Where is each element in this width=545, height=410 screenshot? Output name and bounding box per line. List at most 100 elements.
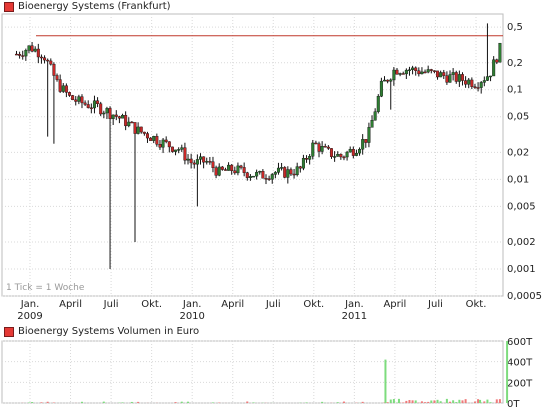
candle-body bbox=[24, 50, 28, 57]
price-y-tick-label: 0,005 bbox=[507, 201, 536, 212]
candle-body bbox=[326, 146, 330, 149]
candle-body bbox=[89, 107, 93, 109]
candle-body bbox=[177, 149, 181, 151]
candle-body bbox=[442, 72, 446, 76]
candle-body bbox=[454, 72, 458, 82]
volume-bar bbox=[408, 400, 411, 403]
candle-body bbox=[58, 79, 62, 92]
candle-body bbox=[142, 131, 146, 134]
volume-legend-swatch bbox=[4, 326, 14, 337]
volume-bar bbox=[27, 402, 30, 403]
candle-body bbox=[111, 114, 115, 119]
candle-body bbox=[255, 171, 259, 177]
volume-bar bbox=[246, 401, 249, 403]
price-y-tick-label: 0,002 bbox=[507, 237, 536, 248]
candle-body bbox=[498, 42, 502, 63]
candle-body bbox=[320, 146, 324, 152]
candle-body bbox=[55, 75, 59, 80]
price-y-tick-label: 0,05 bbox=[507, 112, 529, 123]
candle-body bbox=[423, 71, 427, 74]
candle-body bbox=[117, 116, 121, 119]
candle-body bbox=[267, 178, 271, 180]
candle-body bbox=[336, 154, 340, 157]
candle-body bbox=[36, 48, 40, 58]
candle-body bbox=[411, 67, 415, 70]
candle-body bbox=[124, 115, 128, 127]
volume-y-tick-label: 200T bbox=[507, 378, 533, 389]
candle-body bbox=[211, 161, 215, 168]
candle-body bbox=[286, 169, 290, 178]
volume-bar bbox=[252, 402, 255, 403]
price-x-tick-label: Okt. bbox=[466, 299, 487, 310]
candle-body bbox=[27, 45, 31, 51]
price-y-tick-label: 0,0005 bbox=[507, 291, 542, 302]
volume-bar bbox=[498, 399, 501, 403]
candle-body bbox=[170, 146, 174, 152]
candle-body bbox=[180, 147, 184, 150]
candle-body bbox=[46, 59, 50, 62]
candle-body bbox=[436, 70, 440, 78]
volume-bar bbox=[386, 402, 389, 403]
candle-body bbox=[208, 161, 212, 163]
candle-body bbox=[174, 149, 178, 152]
candle-body bbox=[152, 136, 156, 141]
candle-body bbox=[367, 127, 371, 143]
candle-body bbox=[280, 167, 284, 169]
candle-body bbox=[83, 102, 87, 105]
candle-body bbox=[348, 149, 352, 153]
candle-body bbox=[354, 152, 358, 156]
candle-body bbox=[149, 137, 153, 141]
candle-body bbox=[351, 149, 355, 156]
candle-body bbox=[379, 80, 383, 97]
candle-body bbox=[167, 141, 171, 148]
candle-body bbox=[414, 67, 418, 71]
candle-body bbox=[139, 126, 143, 133]
volume-bar bbox=[130, 401, 133, 403]
candle-body bbox=[71, 95, 75, 101]
candle-body bbox=[376, 96, 380, 112]
candle-body bbox=[305, 158, 309, 160]
volume-bar bbox=[361, 401, 364, 403]
volume-bar bbox=[486, 399, 489, 403]
volume-bar bbox=[80, 401, 83, 403]
volume-bar bbox=[439, 401, 442, 403]
candle-body bbox=[264, 178, 268, 180]
candle-body bbox=[214, 167, 218, 176]
candle-body bbox=[429, 69, 433, 71]
candle-body bbox=[432, 70, 436, 72]
candle-body bbox=[18, 53, 22, 56]
candle-body bbox=[183, 147, 187, 161]
candle-body bbox=[230, 164, 234, 171]
candle-body bbox=[145, 133, 149, 139]
candle-body bbox=[361, 139, 365, 150]
candle-body bbox=[198, 156, 202, 160]
candle-body bbox=[14, 53, 18, 56]
candle-body bbox=[457, 74, 461, 82]
candle-body bbox=[358, 148, 362, 154]
volume-bar bbox=[392, 399, 395, 403]
candle-body bbox=[39, 56, 43, 59]
volume-bar bbox=[433, 400, 436, 403]
candle-body bbox=[417, 70, 421, 75]
candle-body bbox=[114, 114, 118, 117]
volume-bar bbox=[506, 341, 509, 403]
volume-bar bbox=[174, 402, 177, 403]
candle-body bbox=[105, 108, 109, 114]
candle-body bbox=[489, 75, 493, 78]
candle-body bbox=[404, 69, 408, 75]
volume-bar bbox=[427, 401, 430, 403]
volume-bar bbox=[464, 399, 467, 403]
candle-body bbox=[43, 57, 47, 61]
price-x-tick-label: Jan. bbox=[182, 299, 202, 310]
candle-body bbox=[308, 156, 312, 160]
candle-body bbox=[80, 96, 84, 104]
volume-bar bbox=[424, 402, 427, 403]
candle-body bbox=[283, 167, 287, 178]
candle-body bbox=[192, 162, 196, 165]
candle-body bbox=[470, 79, 474, 87]
volume-bar bbox=[414, 400, 417, 403]
volume-bar bbox=[483, 401, 486, 403]
volume-bar bbox=[489, 402, 492, 403]
volume-legend-label: Bioenergy Systems Volumen in Euro bbox=[18, 326, 200, 337]
candle-body bbox=[33, 48, 37, 52]
